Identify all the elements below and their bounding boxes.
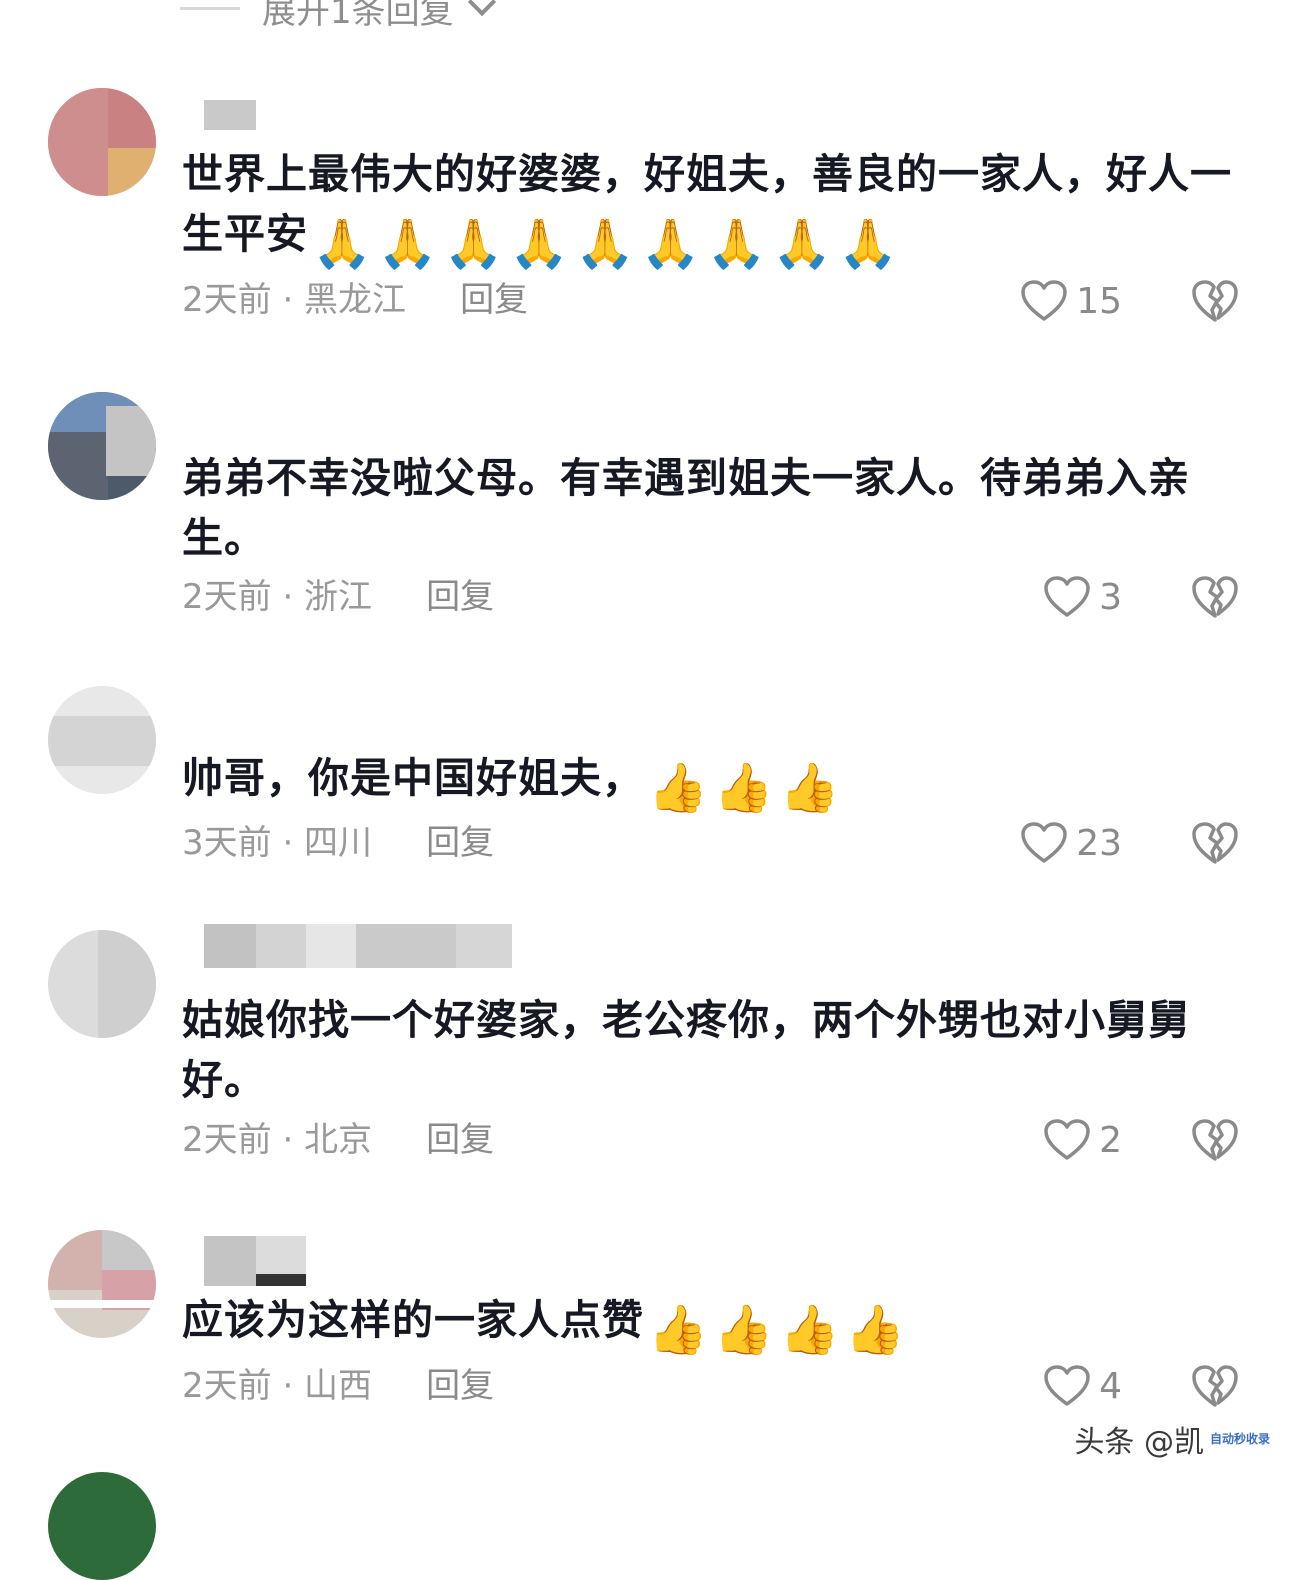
expand-replies-button[interactable]: 展开1条回复	[180, 0, 496, 32]
username-blurred[interactable]	[204, 1236, 306, 1286]
time-location: 3天前 · 四川	[182, 823, 373, 863]
like-button[interactable]: 2	[1043, 1115, 1122, 1165]
emoji-group: 👍👍👍	[648, 760, 846, 816]
heart-outline-icon	[1044, 1119, 1090, 1160]
avatar[interactable]	[48, 1472, 156, 1580]
like-count: 15	[1076, 280, 1122, 322]
broken-heart-icon[interactable]	[1190, 572, 1240, 622]
avatar[interactable]	[48, 1230, 156, 1338]
heart-outline-icon	[1021, 822, 1067, 863]
reply-button[interactable]: 回复	[460, 280, 528, 320]
comment-text: 帅哥，你是中国好姐夫，👍👍👍	[182, 754, 846, 816]
broken-heart-icon[interactable]	[1190, 276, 1240, 326]
username-blurred[interactable]	[204, 924, 512, 968]
reply-button[interactable]: 回复	[426, 577, 494, 617]
like-count: 4	[1099, 1365, 1122, 1407]
like-count: 2	[1099, 1119, 1122, 1161]
heart-outline-icon	[1044, 1365, 1090, 1406]
avatar[interactable]	[48, 88, 156, 196]
comment-meta: 2天前 · 浙江 回复	[182, 577, 494, 617]
time-location: 2天前 · 黑龙江	[182, 280, 407, 320]
time-location: 2天前 · 山西	[182, 1366, 373, 1406]
comment-meta: 2天前 · 北京 回复	[182, 1120, 494, 1160]
comment-text: 应该为这样的一家人点赞👍👍👍👍	[182, 1296, 912, 1358]
watermark: 头条 @凯 自动秒收录	[1074, 1417, 1270, 1461]
reply-button[interactable]: 回复	[426, 1366, 494, 1406]
divider-line	[180, 6, 240, 10]
like-count: 3	[1099, 576, 1122, 618]
avatar[interactable]	[48, 392, 156, 500]
broken-heart-icon[interactable]	[1190, 1361, 1240, 1411]
heart-outline-icon	[1044, 576, 1090, 617]
avatar[interactable]	[48, 686, 156, 794]
comment-text: 姑娘你找一个好婆家，老公疼你，两个外甥也对小舅舅好。	[182, 996, 1190, 1104]
time-location: 2天前 · 北京	[182, 1120, 373, 1160]
watermark-text: 头条 @凯	[1074, 1425, 1204, 1460]
time-location: 2天前 · 浙江	[182, 577, 373, 617]
comment-meta: 3天前 · 四川 回复	[182, 823, 494, 863]
emoji-group: 👍👍👍👍	[648, 1302, 912, 1358]
like-button[interactable]: 4	[1043, 1361, 1122, 1411]
chevron-down-icon	[467, 0, 496, 17]
comment-text: 世界上最伟大的好婆婆，好姐夫，善良的一家人，好人一生平安🙏🙏🙏🙏🙏🙏🙏🙏🙏	[182, 150, 1232, 272]
like-button[interactable]: 3	[1043, 572, 1122, 622]
reply-button[interactable]: 回复	[426, 1120, 494, 1160]
comment-meta: 2天前 · 黑龙江 回复	[182, 280, 528, 320]
like-count: 23	[1076, 822, 1122, 864]
reply-button[interactable]: 回复	[426, 823, 494, 863]
heart-outline-icon	[1021, 280, 1067, 321]
comment-meta: 2天前 · 山西 回复	[182, 1366, 494, 1406]
watermark-small-text: 自动秒收录	[1209, 1432, 1270, 1446]
username-blurred[interactable]	[204, 100, 256, 130]
avatar[interactable]	[48, 930, 156, 1038]
expand-replies-label: 展开1条回复	[262, 0, 454, 32]
broken-heart-icon[interactable]	[1190, 1115, 1240, 1165]
broken-heart-icon[interactable]	[1190, 818, 1240, 868]
like-button[interactable]: 15	[1020, 276, 1122, 326]
emoji-group: 🙏🙏🙏🙏🙏🙏🙏🙏🙏	[312, 216, 904, 272]
like-button[interactable]: 23	[1020, 818, 1122, 868]
comment-text: 弟弟不幸没啦父母。有幸遇到姐夫一家人。待弟弟入亲生。	[182, 454, 1190, 562]
